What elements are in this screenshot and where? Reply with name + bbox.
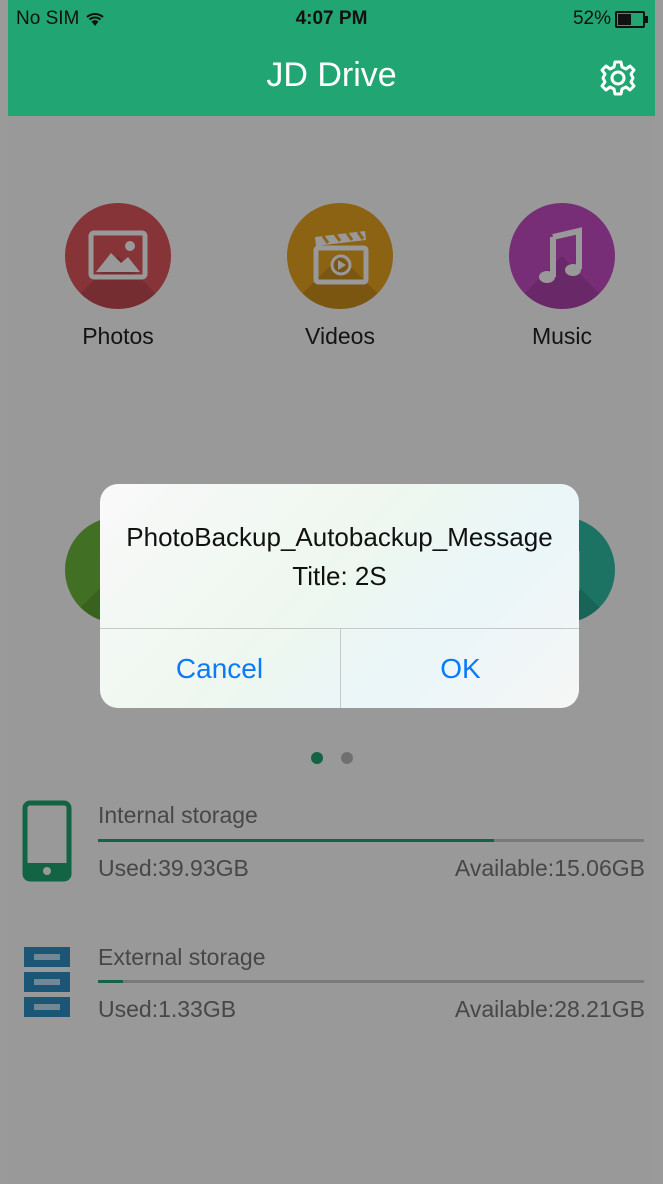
- cancel-button[interactable]: Cancel: [100, 629, 339, 708]
- app-screen: No SIM 4:07 PM 52% JD Drive Photos Video…: [8, 0, 655, 1184]
- ok-button[interactable]: OK: [341, 629, 579, 708]
- battery-icon: [615, 10, 648, 28]
- dialog-message: PhotoBackup_Autobackup_MessageTitle: 2S: [126, 522, 553, 591]
- battery-percent: 52%: [572, 8, 611, 29]
- gear-icon[interactable]: [598, 58, 638, 98]
- alert-dialog: PhotoBackup_Autobackup_MessageTitle: 2S …: [100, 484, 579, 708]
- page-title: JD Drive: [266, 56, 397, 94]
- status-bar: No SIM 4:07 PM 52%: [8, 0, 655, 38]
- app-header: No SIM 4:07 PM 52% JD Drive: [8, 0, 655, 116]
- status-time: 4:07 PM: [295, 8, 368, 29]
